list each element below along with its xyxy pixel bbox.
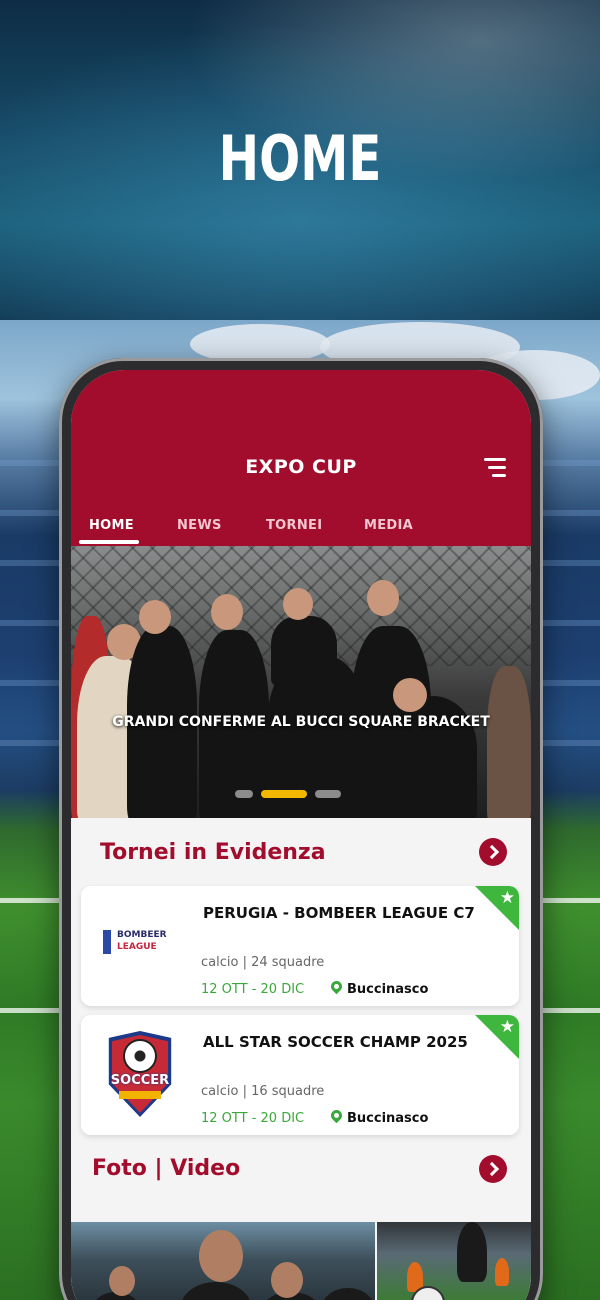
top-banner: HOME [0, 0, 600, 320]
tournament-name: PERUGIA - BOMBEER LEAGUE C7 [203, 904, 475, 922]
slider-dot[interactable] [235, 790, 253, 798]
tournament-card[interactable]: SOCCER ALL STAR SOCCER CHAMP 2025 calcio… [81, 1015, 519, 1135]
player-head [367, 580, 399, 616]
tab-news[interactable]: NEWS [177, 518, 222, 533]
tournament-location: Buccinasco [347, 982, 429, 997]
player [181, 1282, 251, 1300]
logo-text: SOCCER [110, 1073, 170, 1088]
media-arrow-button[interactable] [479, 1155, 507, 1183]
player-head [139, 600, 171, 634]
player [495, 1258, 509, 1286]
tournament-name: ALL STAR SOCCER CHAMP 2025 [203, 1033, 468, 1051]
tournament-location: Buccinasco [347, 1111, 429, 1126]
location-pin-icon [328, 1107, 345, 1124]
hero-caption: GRANDI CONFERME AL BUCCI SQUARE BRACKET [112, 714, 490, 730]
gallery-photo[interactable] [71, 1222, 375, 1300]
tab-bar: HOME NEWS TORNEI MEDIA [71, 516, 531, 546]
logo-text: BOMBEER [117, 930, 167, 940]
star-icon: ★ [499, 1017, 515, 1037]
soccer-championship-logo: SOCCER [101, 1031, 179, 1117]
slider-dot-active[interactable] [261, 790, 307, 798]
player-head [393, 678, 427, 712]
hero-news-slide[interactable]: GRANDI CONFERME AL BUCCI SQUARE BRACKET [71, 546, 531, 818]
location-pin-icon [328, 978, 345, 995]
featured-arrow-button[interactable] [479, 838, 507, 866]
app-title: EXPO CUP [245, 456, 357, 478]
tournament-meta: calcio | 24 squadre [201, 955, 325, 970]
star-icon: ★ [499, 888, 515, 908]
media-title: Foto | Video [92, 1156, 241, 1181]
media-gallery [71, 1222, 531, 1300]
featured-title: Tornei in Evidenza [100, 840, 326, 865]
bombeer-league-logo: BOMBEER LEAGUE [103, 926, 179, 958]
player-head [199, 1230, 243, 1282]
hamburger-menu-icon[interactable] [484, 458, 506, 478]
player-head [283, 588, 313, 620]
slider-dots [71, 790, 531, 798]
tournament-card[interactable]: BOMBEER LEAGUE PERUGIA - BOMBEER LEAGUE … [81, 886, 519, 1006]
app-header: EXPO CUP HOME NEWS TORNEI MEDIA [71, 370, 531, 546]
tournament-dates: 12 OTT - 20 DIC [201, 1111, 305, 1126]
logo-text: LEAGUE [117, 942, 157, 952]
player-head [271, 1262, 303, 1298]
team-player [271, 616, 337, 686]
gallery-photo[interactable] [377, 1222, 531, 1300]
tab-home[interactable]: HOME [89, 518, 134, 533]
tab-media[interactable]: MEDIA [364, 518, 413, 533]
player-head [109, 1266, 135, 1296]
tournament-dates: 12 OTT - 20 DIC [201, 982, 305, 997]
banner-title: HOME [218, 122, 382, 195]
active-tab-indicator [79, 540, 139, 544]
phone-frame: EXPO CUP HOME NEWS TORNEI MEDIA GRANDI C… [59, 358, 543, 1300]
phone-bezel: EXPO CUP HOME NEWS TORNEI MEDIA GRANDI C… [71, 370, 531, 1300]
player [457, 1222, 487, 1282]
tab-tornei[interactable]: TORNEI [266, 518, 322, 533]
soccer-ball-icon [123, 1039, 157, 1073]
app-screen: EXPO CUP HOME NEWS TORNEI MEDIA GRANDI C… [71, 370, 531, 1300]
player-head [211, 594, 243, 630]
slider-dot[interactable] [315, 790, 341, 798]
player [321, 1288, 375, 1300]
tournament-meta: calcio | 16 squadre [201, 1084, 325, 1099]
